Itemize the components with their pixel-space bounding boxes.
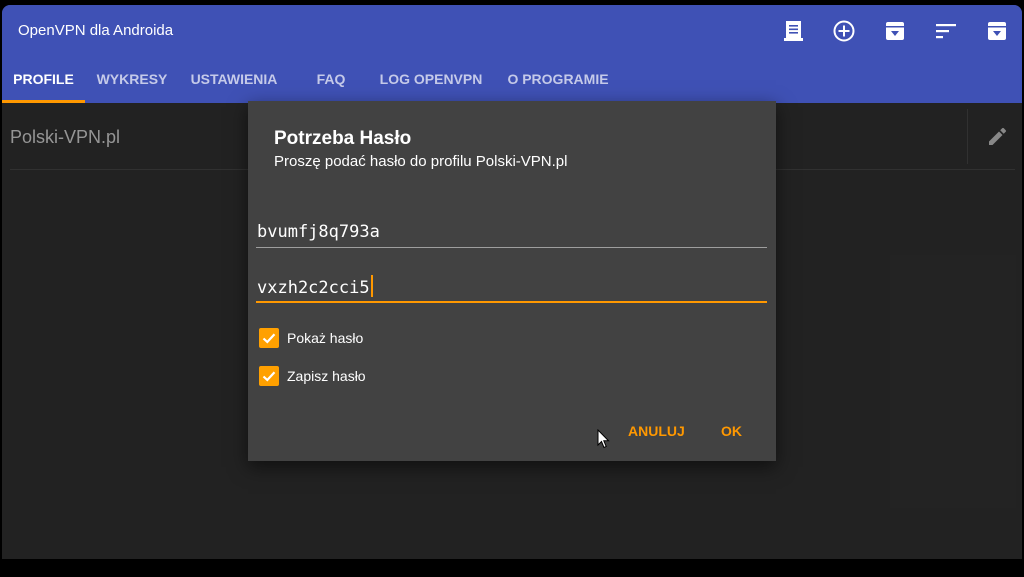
field-underline [256,301,767,303]
cancel-button[interactable]: ANULUJ [628,423,685,439]
import-icon [886,22,904,40]
checkmark-icon [262,371,276,382]
username-field[interactable]: bvumfj8q793a [256,214,767,248]
save-password-label: Zapisz hasło [287,368,366,384]
tab-label: O PROGRAMIE [507,71,609,87]
tab-wykresy[interactable]: WYKRESY [90,59,174,103]
tab-log-openvpn[interactable]: LOG OPENVPN [374,59,488,103]
tab-profile[interactable]: PROFILE [2,59,85,103]
password-value: vxzh2c2cci5 [257,278,370,298]
archive-button[interactable] [983,17,1011,45]
dialog-title: Potrzeba Hasło [274,128,412,149]
checkbox-box [259,366,279,386]
add-profile-button[interactable] [830,17,858,45]
show-password-label: Pokaż hasło [287,330,364,346]
tab-label: WYKRESY [96,71,168,87]
tab-label: USTAWIENIA [190,71,278,87]
tab-o-programie[interactable]: O PROGRAMIE [502,59,614,103]
import-log-icon [784,21,803,41]
mouse-pointer-icon [597,429,610,449]
sort-button[interactable] [932,17,960,45]
password-field[interactable]: vxzh2c2cci5 [256,269,767,303]
password-value-wrap: vxzh2c2cci5 [257,275,373,299]
field-underline [256,247,767,248]
tab-label: PROFILE [13,71,74,87]
tab-ustawienia[interactable]: USTAWIENIA [184,59,284,103]
tab-label: FAQ [316,71,346,87]
text-caret [370,275,373,297]
ok-button[interactable]: OK [721,423,742,439]
app-bar: OpenVPN dla Androida PROFILE WYKRESY UST… [2,5,1022,103]
import-profile-button[interactable] [881,17,909,45]
tab-label: LOG OPENVPN [379,71,483,87]
tab-faq[interactable]: FAQ [307,59,355,103]
bottom-bar [0,559,1024,577]
dialog-message: Proszę podać hasło do profilu Polski-VPN… [274,153,568,170]
app-title: OpenVPN dla Androida [18,22,174,39]
import-log-button[interactable] [780,17,808,45]
username-value: bvumfj8q793a [257,222,380,242]
checkbox-box [259,328,279,348]
checkmark-icon [262,333,276,344]
sort-icon [936,24,956,39]
app-screen: OpenVPN dla Androida PROFILE WYKRESY UST… [2,5,1022,559]
password-dialog: Potrzeba Hasło Proszę podać hasło do pro… [248,101,776,461]
tab-bar: PROFILE WYKRESY USTAWIENIA FAQ LOG OPENV… [2,59,1022,103]
add-icon [833,20,855,42]
archive-icon [988,22,1006,40]
